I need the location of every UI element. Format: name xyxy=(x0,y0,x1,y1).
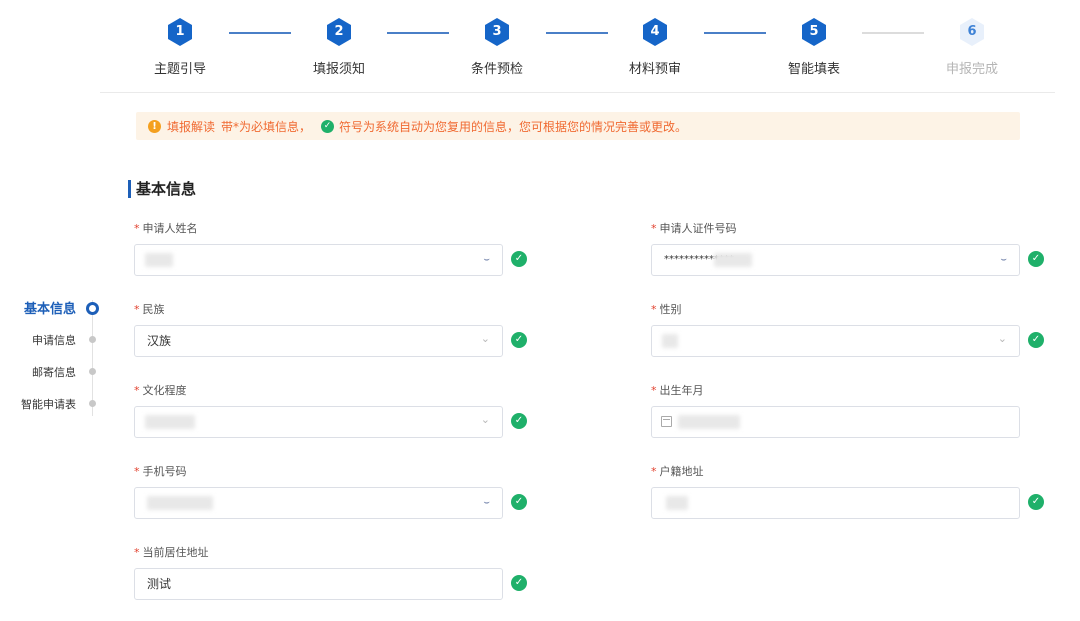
ethnicity-field: * 民族 汉族 ⌄ xyxy=(134,303,503,357)
section-title: 基本信息 xyxy=(128,180,196,198)
step-5-label: 智能填表 xyxy=(787,62,840,77)
masked-value xyxy=(714,253,752,267)
step-connector xyxy=(387,32,449,34)
gender-select[interactable]: ⌄ xyxy=(651,325,1020,357)
ethnicity-label: 民族 xyxy=(142,303,165,316)
notice-title: 填报解读 xyxy=(167,119,216,134)
gender-label: 性别 xyxy=(659,303,682,316)
masked-value xyxy=(147,496,213,510)
step-5-hex-icon: 5 xyxy=(802,18,826,46)
chevron-down-icon: ⌄ xyxy=(480,413,490,426)
step-2-label: 填报须知 xyxy=(312,62,365,77)
step-1-label: 主题引导 xyxy=(153,62,206,77)
phone-field: * 手机号码 ⌣ xyxy=(134,465,503,519)
applicant-name-label: 申请人姓名 xyxy=(142,222,198,235)
education-select[interactable]: ⌄ xyxy=(134,406,503,438)
step-4: 4 材料预审 xyxy=(605,18,705,77)
ethnicity-select[interactable]: 汉族 ⌄ xyxy=(134,325,503,357)
side-nav-dot-active xyxy=(86,302,99,315)
notice-required-text: 带*为必填信息， xyxy=(221,119,312,134)
check-circle-icon: ✓ xyxy=(1028,494,1044,510)
step-4-label: 材料预审 xyxy=(628,62,681,77)
masked-value xyxy=(678,415,740,429)
current-address-value: 测试 xyxy=(147,577,172,591)
step-2-hex-icon: 2 xyxy=(327,18,351,46)
step-4-hex-icon: 4 xyxy=(643,18,667,46)
side-nav-line xyxy=(92,300,93,416)
birth-date-field: * 出生年月 xyxy=(651,384,1020,438)
step-1-hex-icon: 1 xyxy=(168,18,192,46)
phone-input[interactable]: ⌣ xyxy=(134,487,503,519)
progress-stepper: 1 主题引导 2 填报须知 3 条件预检 4 材料预审 5 智能填表 6 申报完… xyxy=(100,18,1055,92)
calendar-icon xyxy=(661,416,672,427)
masked-value xyxy=(662,334,678,348)
side-nav-item-smart-form[interactable]: 智能申请表 xyxy=(21,396,76,412)
masked-value xyxy=(666,496,688,510)
current-address-input[interactable]: 测试 xyxy=(134,568,503,600)
step-3-hex-icon: 3 xyxy=(485,18,509,46)
step-3-label: 条件预检 xyxy=(470,62,523,77)
step-6-label: 申报完成 xyxy=(945,62,998,77)
step-connector xyxy=(862,32,924,34)
current-address-field: * 当前居住地址 测试 xyxy=(134,546,503,600)
warning-icon: ! xyxy=(148,119,161,133)
step-1: 1 主题引导 xyxy=(130,18,230,77)
current-address-label: 当前居住地址 xyxy=(142,546,209,559)
eye-closed-icon[interactable]: ⌣ xyxy=(483,497,490,508)
eye-closed-icon[interactable]: ⌣ xyxy=(1000,254,1007,265)
fill-notice: ! 填报解读 带*为必填信息， ✓ 符号为系统自动为您复用的信息，您可根据您的情… xyxy=(136,112,1020,140)
step-3: 3 条件预检 xyxy=(447,18,547,77)
eye-closed-icon[interactable]: ⌣ xyxy=(483,254,490,265)
step-6: 6 申报完成 xyxy=(922,18,1022,77)
chevron-down-icon: ⌄ xyxy=(480,332,490,345)
check-circle-icon: ✓ xyxy=(511,413,527,429)
chevron-down-icon: ⌄ xyxy=(997,332,1007,345)
check-circle-icon: ✓ xyxy=(511,575,527,591)
side-nav-item-basic-info[interactable]: 基本信息 xyxy=(24,298,76,317)
masked-value xyxy=(145,415,195,429)
hukou-address-field: * 户籍地址 xyxy=(651,465,1020,519)
side-nav-dot xyxy=(89,336,96,343)
hukou-address-input[interactable] xyxy=(651,487,1020,519)
hukou-address-label: 户籍地址 xyxy=(659,465,704,478)
ethnicity-value: 汉族 xyxy=(147,334,172,348)
side-nav-dot xyxy=(89,400,96,407)
applicant-name-field: * 申请人姓名 ⌣ xyxy=(134,222,503,276)
check-circle-icon: ✓ xyxy=(511,251,527,267)
applicant-id-input[interactable]: ************** ⌣ xyxy=(651,244,1020,276)
side-nav-dot xyxy=(89,368,96,375)
education-field: * 文化程度 ⌄ xyxy=(134,384,503,438)
check-circle-icon: ✓ xyxy=(511,332,527,348)
check-circle-icon: ✓ xyxy=(1028,251,1044,267)
side-nav-item-mail-info[interactable]: 邮寄信息 xyxy=(32,364,76,380)
birth-date-label: 出生年月 xyxy=(659,384,704,397)
education-label: 文化程度 xyxy=(142,384,187,397)
step-2: 2 填报须知 xyxy=(289,18,389,77)
applicant-id-label: 申请人证件号码 xyxy=(659,222,737,235)
side-nav-item-apply-info[interactable]: 申请信息 xyxy=(32,332,76,348)
step-5: 5 智能填表 xyxy=(764,18,864,77)
check-circle-icon: ✓ xyxy=(1028,332,1044,348)
step-6-hex-icon: 6 xyxy=(960,18,984,46)
step-connector xyxy=(229,32,291,34)
birth-date-picker[interactable] xyxy=(651,406,1020,438)
check-circle-icon: ✓ xyxy=(321,119,335,133)
applicant-id-field: * 申请人证件号码 ************** ⌣ xyxy=(651,222,1020,276)
applicant-name-input[interactable]: ⌣ xyxy=(134,244,503,276)
side-nav: 基本信息 申请信息 邮寄信息 智能申请表 xyxy=(0,290,110,420)
phone-label: 手机号码 xyxy=(142,465,187,478)
header-divider xyxy=(100,92,1055,93)
gender-field: * 性别 ⌄ xyxy=(651,303,1020,357)
step-connector xyxy=(546,32,608,34)
notice-reuse-text: 符号为系统自动为您复用的信息，您可根据您的情况完善或更改。 xyxy=(339,119,688,134)
step-connector xyxy=(704,32,766,34)
check-circle-icon: ✓ xyxy=(511,494,527,510)
masked-value xyxy=(145,253,173,267)
